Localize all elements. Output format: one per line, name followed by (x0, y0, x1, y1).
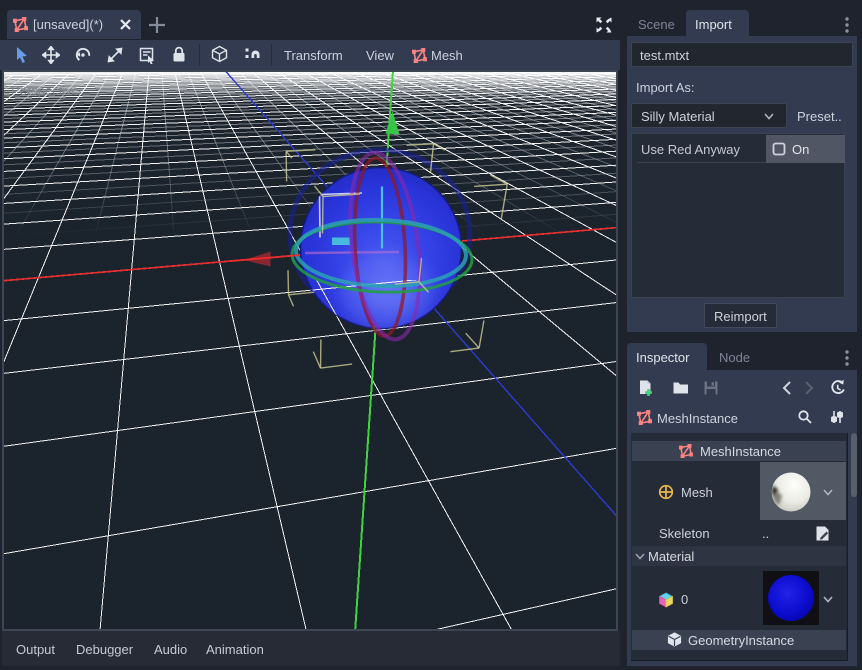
svg-text:Perspective: Perspective (11, 83, 79, 98)
